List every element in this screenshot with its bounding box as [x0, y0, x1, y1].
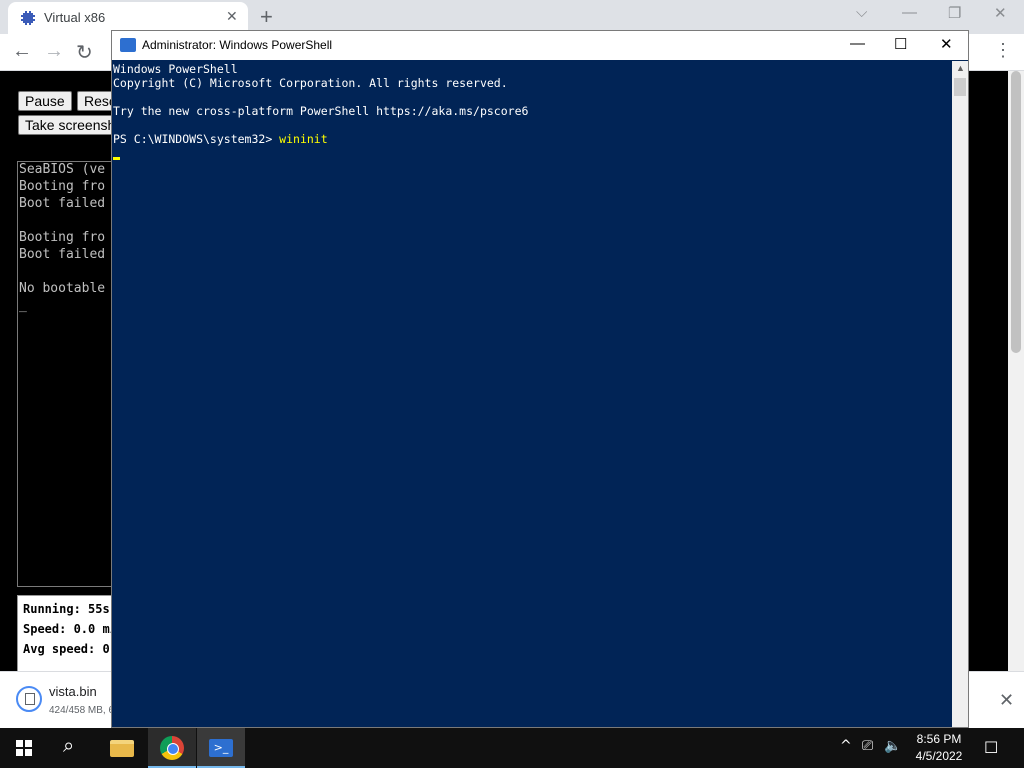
powershell-output-line: [113, 118, 951, 132]
page-scrollbar[interactable]: [1008, 71, 1024, 671]
download-progress: 424/458 MB, 6: [49, 705, 115, 716]
taskbar-powershell[interactable]: >_: [197, 728, 245, 768]
vm-text-line: Booting fro: [19, 179, 106, 194]
powershell-scrollbar-thumb[interactable]: [954, 78, 966, 96]
powershell-title: Administrator: Windows PowerShell: [142, 38, 333, 52]
tab-title: Virtual x86: [44, 10, 106, 25]
browser-minimize-button[interactable]: —: [902, 4, 917, 21]
chrome-icon: [160, 736, 184, 760]
powershell-titlebar[interactable]: Administrator: Windows PowerShell — ☐ ✕: [112, 31, 968, 60]
vm-text-line: Booting fro: [19, 230, 106, 245]
taskbar: ⌕ >_ ^ ⎚ 🔈 8:56 PM 4/5/2022 ☐: [0, 728, 1024, 768]
clock-time: 8:56 PM: [916, 732, 962, 746]
network-icon[interactable]: ⎚: [862, 738, 873, 754]
notification-icon[interactable]: ☐: [984, 738, 998, 757]
folder-icon: [110, 740, 134, 757]
new-tab-button[interactable]: +: [260, 4, 273, 30]
start-button[interactable]: [0, 728, 48, 768]
pause-button[interactable]: Pause: [18, 91, 72, 111]
emulator-stats: Running: 55s Speed: 0.0 mi Avg speed: 0: [17, 595, 117, 673]
close-download-shelf-icon[interactable]: ✕: [999, 690, 1014, 711]
clock-date: 4/5/2022: [915, 749, 963, 763]
powershell-scrollbar[interactable]: ▲: [952, 61, 968, 727]
taskbar-chrome[interactable]: [148, 728, 196, 768]
browser-close-button[interactable]: ✕: [994, 4, 1007, 22]
search-button[interactable]: ⌕: [48, 728, 96, 768]
powershell-taskbar-icon: >_: [209, 739, 233, 757]
v86-icon: [21, 11, 35, 25]
ps-close-button[interactable]: ✕: [940, 35, 953, 53]
vm-text-line: Boot failed: [19, 247, 106, 262]
vm-text-line: _: [19, 298, 27, 313]
stat-line: Avg speed: 0: [23, 642, 110, 656]
forward-icon[interactable]: →: [44, 40, 64, 63]
tray-overflow-icon[interactable]: ^: [840, 738, 852, 754]
powershell-output-line: Windows PowerShell: [113, 62, 238, 76]
powershell-command: wininit: [279, 132, 328, 146]
search-icon: ⌕: [63, 735, 75, 757]
browser-tab-strip: Virtual x86 ✕ + ⌵ — ❐ ✕: [0, 0, 1024, 34]
tab-search-chevron-icon[interactable]: ⌵: [856, 4, 867, 21]
ps-minimize-button[interactable]: —: [850, 35, 865, 52]
page-scrollbar-thumb[interactable]: [1011, 71, 1021, 353]
powershell-output-line: [113, 90, 951, 104]
powershell-prompt-line: PS C:\WINDOWS\system32> wininit: [113, 132, 951, 146]
browser-restore-button[interactable]: ❐: [948, 4, 961, 22]
powershell-output-line: Try the new cross-platform PowerShell ht…: [113, 104, 529, 118]
ps-maximize-button[interactable]: ☐: [894, 35, 907, 53]
reload-icon[interactable]: ↻: [76, 40, 93, 65]
vm-text-line: No bootable: [19, 281, 106, 296]
vm-text-line: Boot failed: [19, 196, 106, 211]
file-download-icon: [16, 686, 42, 712]
scroll-up-icon[interactable]: ▲: [956, 63, 965, 73]
powershell-window[interactable]: Administrator: Windows PowerShell — ☐ ✕ …: [111, 30, 969, 728]
vm-text-line: [18, 264, 116, 281]
vm-text-line: SeaBIOS (ve: [19, 162, 106, 177]
stat-line: Running: 55s: [23, 602, 110, 616]
vm-text-output: SeaBIOS (ve Booting fro Boot failed Booting…: [18, 162, 116, 315]
volume-icon[interactable]: 🔈: [884, 738, 901, 754]
stat-line: Speed: 0.0 mi: [23, 622, 117, 636]
powershell-console[interactable]: Windows PowerShell Copyright (C) Microsof…: [113, 62, 951, 728]
powershell-icon: [120, 38, 136, 52]
taskbar-clock[interactable]: 8:56 PM 4/5/2022: [908, 731, 970, 765]
powershell-output-line: Copyright (C) Microsoft Corporation. All…: [113, 76, 508, 90]
tab-close-icon[interactable]: ✕: [226, 8, 238, 25]
powershell-prompt: PS C:\WINDOWS\system32>: [113, 132, 280, 146]
vm-text-line: [18, 213, 116, 230]
browser-menu-icon[interactable]: ⋮: [994, 40, 1012, 61]
text-cursor: [113, 157, 120, 160]
taskbar-file-explorer[interactable]: [98, 728, 146, 768]
download-filename[interactable]: vista.bin: [49, 684, 97, 699]
windows-logo-icon: [16, 740, 32, 756]
back-icon[interactable]: ←: [12, 40, 32, 63]
vm-screen[interactable]: SeaBIOS (ve Booting fro Boot failed Booting…: [17, 161, 117, 587]
